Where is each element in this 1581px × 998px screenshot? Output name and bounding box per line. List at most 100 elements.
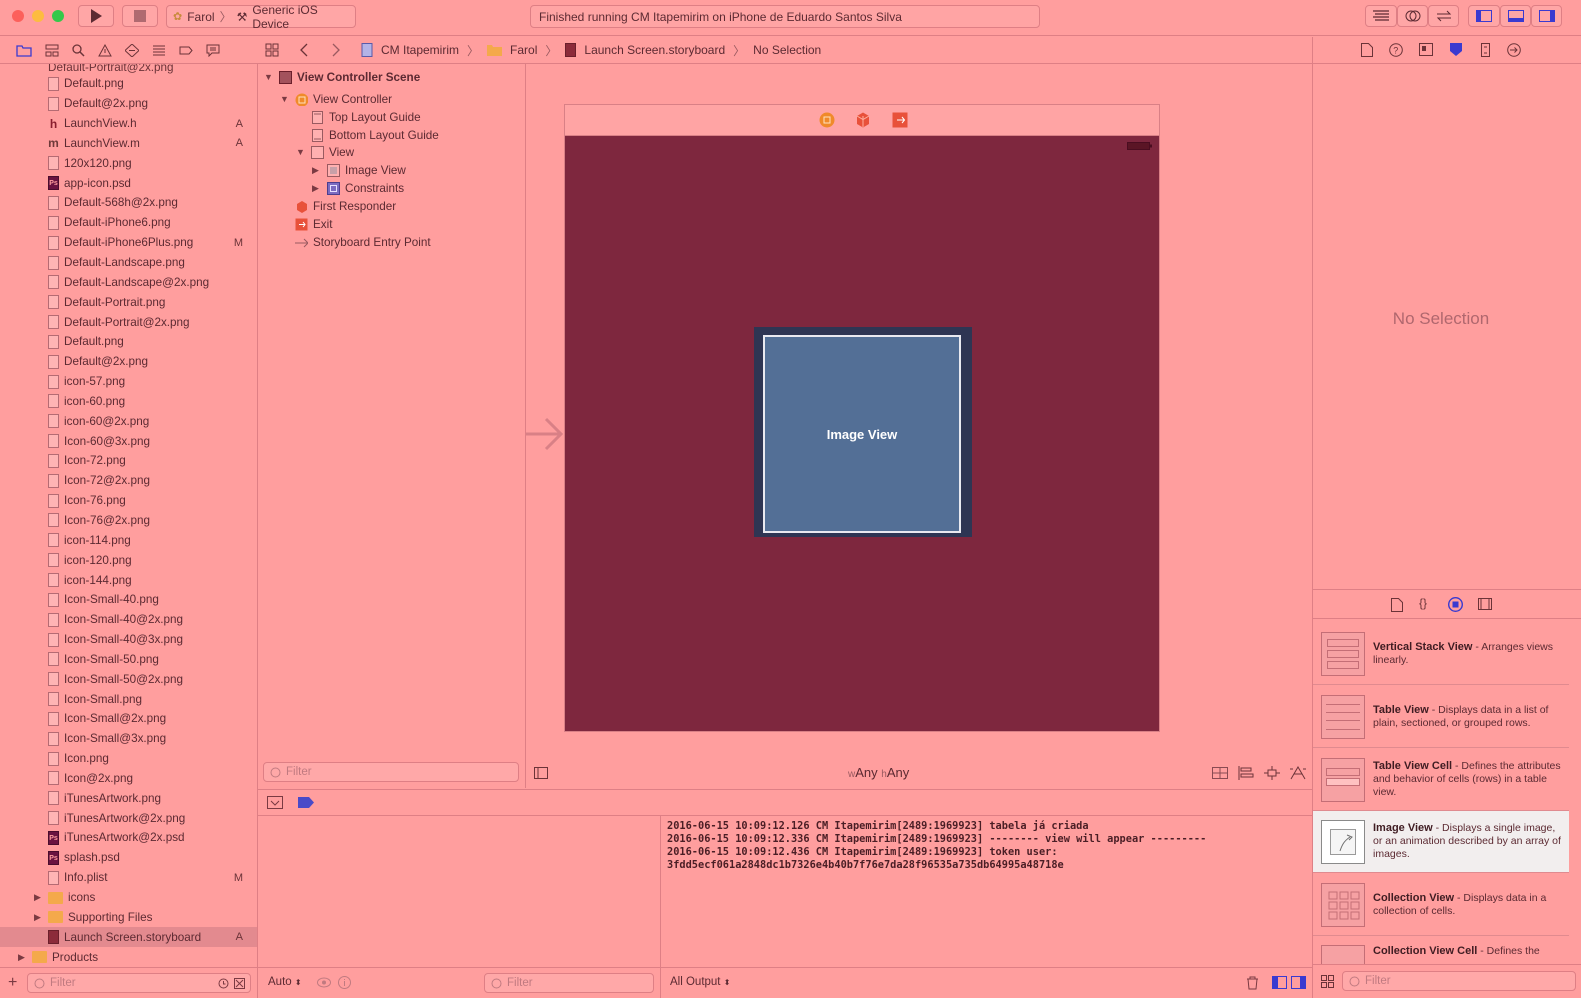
run-button[interactable] <box>78 5 114 27</box>
size-inspector-icon[interactable] <box>1481 43 1491 57</box>
file-row[interactable]: Icon-Small-40@3x.png <box>0 630 257 650</box>
file-row[interactable]: Default-iPhone6Plus.png M <box>0 233 257 253</box>
warning-icon[interactable] <box>98 43 112 57</box>
file-row[interactable]: Launch Screen.storyboard A <box>0 927 257 948</box>
file-row[interactable]: Icon-Small.png <box>0 689 257 709</box>
close-window-button[interactable] <box>12 10 24 22</box>
outline-constraints-row[interactable]: ▶ Constraints <box>312 179 404 197</box>
file-row[interactable]: Default-Portrait@2x.png <box>0 312 257 332</box>
outline-scene-row[interactable]: ▼ View Controller Scene <box>264 68 420 86</box>
file-row[interactable]: Icon-76.png <box>0 491 257 511</box>
file-row[interactable]: Icon-72.png <box>0 451 257 471</box>
file-row[interactable]: Info.plist M <box>0 868 257 888</box>
project-navigator-icon[interactable] <box>16 44 32 57</box>
library-item[interactable]: Collection View - Displays data in a col… <box>1313 874 1569 936</box>
file-row[interactable]: iTunesArtwork@2x.png <box>0 808 257 828</box>
exit-icon[interactable] <box>892 112 908 128</box>
disclosure-triangle-icon[interactable]: ▶ <box>312 183 322 194</box>
search-icon[interactable] <box>72 43 85 57</box>
file-row[interactable]: Default-568h@2x.png <box>0 193 257 213</box>
library-item[interactable]: Table View - Displays data in a list of … <box>1313 686 1569 748</box>
library-item[interactable]: Vertical Stack View - Arranges views lin… <box>1313 623 1569 685</box>
trash-icon[interactable] <box>1246 976 1259 990</box>
help-icon[interactable]: ? <box>1389 43 1403 57</box>
pin-icon[interactable] <box>1264 766 1280 780</box>
source-control-filter-icon[interactable] <box>234 978 245 989</box>
toggle-utilities-button[interactable] <box>1531 5 1562 27</box>
outline-filter-field[interactable]: Filter <box>263 762 519 782</box>
file-row[interactable]: Default.png <box>0 74 257 94</box>
embed-in-stack-icon[interactable] <box>1212 767 1228 779</box>
library-item-selected[interactable]: Image View - Displays a single image, or… <box>1313 811 1569 873</box>
attributes-inspector-icon[interactable] <box>1449 42 1463 57</box>
breadcrumb-group[interactable]: Farol <box>510 43 537 57</box>
size-class-control[interactable]: wAny hAny <box>848 765 909 780</box>
file-row[interactable]: Icon-60@3x.png <box>0 431 257 451</box>
file-row[interactable]: Default@2x.png <box>0 94 257 114</box>
variables-filter-field[interactable]: Filter <box>484 973 654 993</box>
identity-inspector-icon[interactable] <box>1419 43 1433 56</box>
resolve-auto-layout-icon[interactable] <box>1290 766 1306 780</box>
file-row[interactable]: Ps splash.psd <box>0 848 257 868</box>
breadcrumb-project[interactable]: CM Itapemirim <box>381 43 459 57</box>
show-console-icon[interactable] <box>1291 976 1306 989</box>
disclosure-triangle-icon[interactable]: ▶ <box>34 912 41 923</box>
breadcrumb-file[interactable]: Launch Screen.storyboard <box>584 43 725 57</box>
file-row[interactable]: Icon@2x.png <box>0 769 257 789</box>
file-row[interactable]: Icon-Small@3x.png <box>0 729 257 749</box>
library-item[interactable]: Table View Cell - Defines the attributes… <box>1313 749 1569 811</box>
file-row[interactable]: Icon-Small@2x.png <box>0 709 257 729</box>
grid-view-icon[interactable] <box>1321 975 1334 988</box>
file-row[interactable]: Default-Portrait.png <box>0 292 257 312</box>
file-inspector-icon[interactable] <box>1361 43 1373 57</box>
image-view[interactable]: Image View <box>763 335 961 533</box>
minimize-window-button[interactable] <box>32 10 44 22</box>
report-navigator-icon[interactable] <box>206 44 220 57</box>
view-controller-icon[interactable] <box>819 112 835 128</box>
file-row[interactable]: icon-60.png <box>0 392 257 412</box>
recent-files-icon[interactable] <box>218 978 229 989</box>
file-row[interactable]: 120x120.png <box>0 153 257 173</box>
outline-view-controller-row[interactable]: ▼ View Controller <box>280 90 392 108</box>
group-row[interactable]: ▶ Products <box>0 947 257 967</box>
file-row[interactable]: Ps app-icon.psd <box>0 173 257 193</box>
outline-bottom-guide-row[interactable]: Bottom Layout Guide <box>296 126 439 144</box>
disclosure-triangle-icon[interactable]: ▶ <box>34 892 41 903</box>
version-editor-button[interactable] <box>1428 5 1459 27</box>
console-output[interactable]: 2016-06-15 10:09:12.126 CM Itapemirim[24… <box>660 816 1312 967</box>
stop-button[interactable] <box>122 5 158 27</box>
file-row[interactable]: Icon-Small-40.png <box>0 590 257 610</box>
file-row[interactable]: Default-iPhone6.png <box>0 213 257 233</box>
group-row[interactable]: ▶ Supporting Files <box>0 907 257 927</box>
file-row[interactable]: Default-Landscape.png <box>0 253 257 273</box>
outline-image-view-row[interactable]: ▶ Image View <box>312 161 406 179</box>
show-variables-icon[interactable] <box>1272 976 1287 989</box>
breadcrumb-selection[interactable]: No Selection <box>753 43 821 57</box>
file-row[interactable]: icon-120.png <box>0 550 257 570</box>
outline-view-row[interactable]: ▼ View <box>296 143 354 161</box>
library-filter-field[interactable]: Filter <box>1342 971 1576 991</box>
media-library-icon[interactable] <box>1478 598 1492 610</box>
disclosure-triangle-icon[interactable]: ▼ <box>264 72 274 82</box>
scheme-selector[interactable]: ✿ Farol 〉 ⚒ Generic iOS Device <box>166 3 356 31</box>
zoom-window-button[interactable] <box>52 10 64 22</box>
forward-arrow-icon[interactable] <box>331 43 341 57</box>
add-icon[interactable]: + <box>8 974 17 992</box>
object-library-icon[interactable] <box>1448 597 1463 612</box>
disclosure-triangle-icon[interactable]: ▼ <box>280 94 290 104</box>
entry-point-arrow-icon[interactable] <box>526 416 564 452</box>
disclosure-triangle-icon[interactable]: ▶ <box>312 165 322 176</box>
file-row[interactable]: icon-114.png <box>0 530 257 550</box>
group-row[interactable]: ▶ icons <box>0 888 257 908</box>
file-row[interactable]: Icon-Small-40@2x.png <box>0 610 257 630</box>
first-responder-icon[interactable] <box>855 112 871 128</box>
code-snippet-library-icon[interactable]: {} <box>1419 596 1427 610</box>
debug-navigator-icon[interactable] <box>152 44 166 57</box>
outline-top-guide-row[interactable]: Top Layout Guide <box>296 108 421 126</box>
disclosure-triangle-icon[interactable]: ▶ <box>18 952 25 963</box>
file-row[interactable]: Icon.png <box>0 749 257 769</box>
file-row[interactable]: icon-57.png <box>0 372 257 392</box>
file-row[interactable]: Default-Landscape@2x.png <box>0 272 257 292</box>
file-row[interactable]: Icon-76@2x.png <box>0 511 257 531</box>
file-row[interactable]: Icon-72@2x.png <box>0 471 257 491</box>
